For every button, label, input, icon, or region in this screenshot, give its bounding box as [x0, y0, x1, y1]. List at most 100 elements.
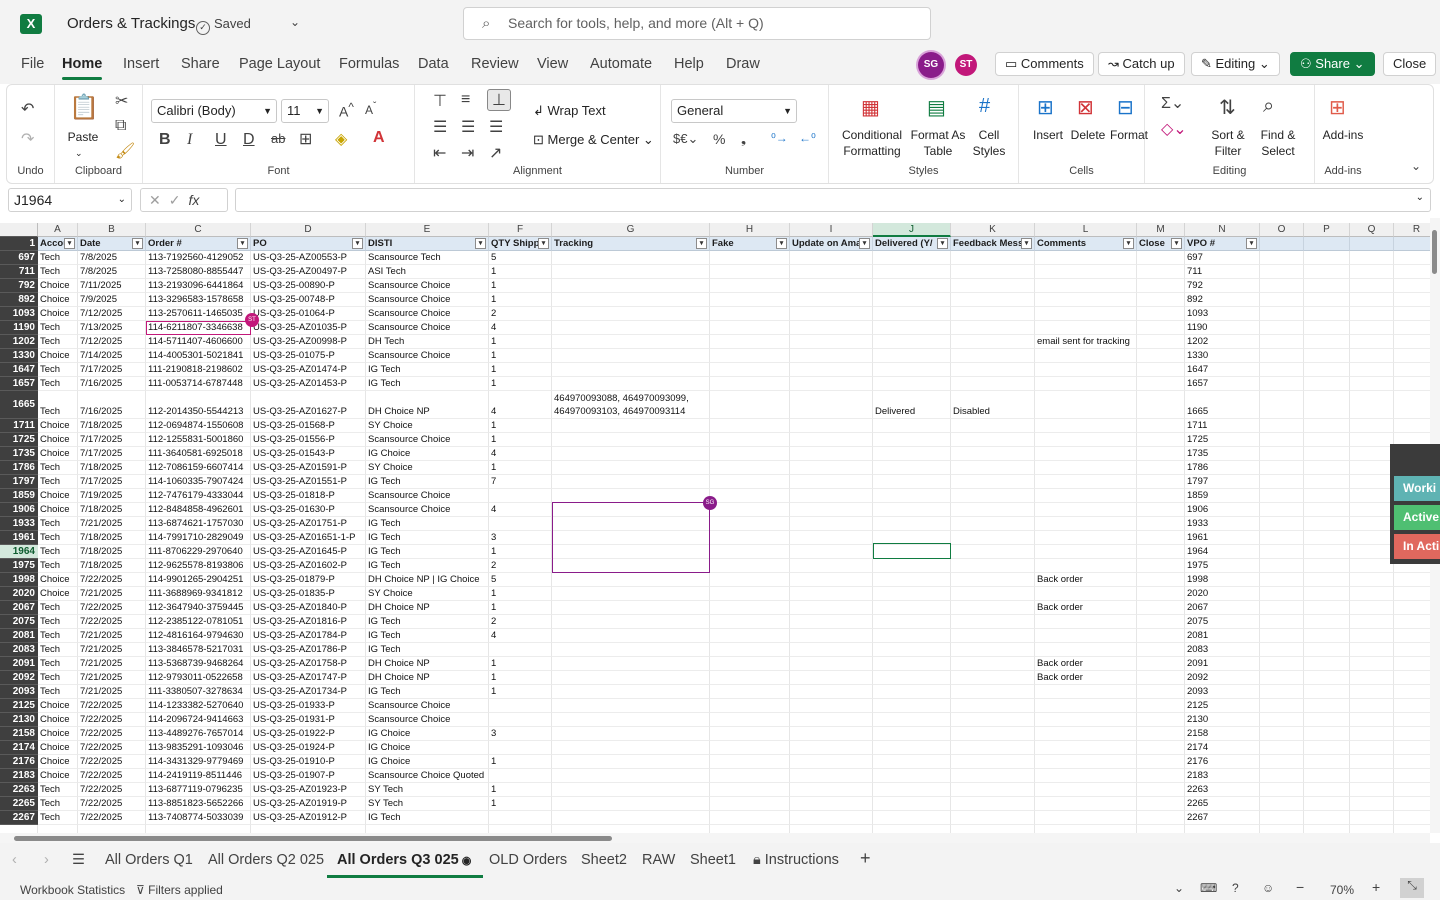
cell-p[interactable] [1304, 601, 1350, 615]
cell-c[interactable]: 114-9901265-2904251 [146, 573, 251, 587]
cell-m[interactable] [1137, 461, 1185, 475]
cell-n[interactable]: 2267 [1185, 811, 1260, 825]
cell-h[interactable] [710, 559, 790, 573]
cell-r[interactable] [1394, 797, 1430, 811]
cell-i[interactable] [790, 531, 873, 545]
cell-q[interactable] [1350, 489, 1394, 503]
cell-b[interactable]: 7/16/2025 [78, 377, 146, 391]
row-header[interactable]: 2267 [0, 811, 38, 825]
cell-n[interactable]: 1797 [1185, 475, 1260, 489]
cell-o[interactable] [1260, 699, 1304, 713]
cell-o[interactable] [1260, 685, 1304, 699]
cell-o[interactable] [1260, 741, 1304, 755]
cell-a[interactable]: Tech [38, 615, 78, 629]
cell-p[interactable] [1304, 335, 1350, 349]
cell-k[interactable] [951, 783, 1035, 797]
cell-i[interactable] [790, 433, 873, 447]
cell-o[interactable] [1260, 629, 1304, 643]
cell-f[interactable]: 4 [489, 405, 552, 419]
cell-b[interactable]: 7/22/2025 [78, 713, 146, 727]
cell-a[interactable]: Choice [38, 279, 78, 293]
cell-o[interactable] [1260, 657, 1304, 671]
cell-j[interactable] [873, 797, 951, 811]
insert-function-icon[interactable]: fx [188, 192, 199, 208]
increase-font-icon[interactable]: A^ [339, 101, 354, 120]
column-header-g[interactable]: G [552, 223, 710, 237]
cell-a[interactable]: Tech [38, 517, 78, 531]
cell-k[interactable] [951, 727, 1035, 741]
cell-c[interactable]: 113-2570611-1465035 [146, 307, 251, 321]
cell-h[interactable] [710, 811, 790, 825]
cell-b[interactable]: 7/8/2025 [78, 265, 146, 279]
cell-k[interactable] [951, 671, 1035, 685]
cell-n[interactable]: 1735 [1185, 447, 1260, 461]
cell-i[interactable] [790, 797, 873, 811]
cell-c[interactable]: 113-3296583-1578658 [146, 293, 251, 307]
cell-j[interactable] [873, 335, 951, 349]
cell-q[interactable] [1350, 615, 1394, 629]
expand-formula-chevron-icon[interactable]: ⌄ [1416, 192, 1424, 203]
cell-o[interactable] [1260, 321, 1304, 335]
cell-l[interactable] [1035, 797, 1137, 811]
cell-c[interactable]: 113-7408774-5033039 [146, 811, 251, 825]
cell-i[interactable] [790, 517, 873, 531]
vertical-scroll-thumb[interactable] [1432, 230, 1437, 274]
cell-n[interactable]: 792 [1185, 279, 1260, 293]
cell-r[interactable] [1394, 769, 1430, 783]
ribbon-collapse-chevron-icon[interactable]: ⌄ [1411, 159, 1421, 173]
format-as-table-button[interactable]: Format As Table [909, 127, 967, 159]
sheet-tab-sheet2[interactable]: Sheet2 [581, 852, 627, 868]
cell-q[interactable] [1350, 727, 1394, 741]
cell-g[interactable] [552, 363, 710, 377]
menu-share[interactable]: Share [181, 56, 220, 72]
cell-a[interactable]: Choice [38, 713, 78, 727]
cell-f[interactable]: 1 [489, 461, 552, 475]
cell-l[interactable] [1035, 265, 1137, 279]
cell-g[interactable] [552, 461, 710, 475]
excel-logo-icon[interactable]: X [20, 14, 42, 34]
status-chevron-down-icon[interactable]: ⌄ [1174, 881, 1184, 895]
cell-a[interactable]: Tech [38, 643, 78, 657]
header-cell-l[interactable]: Comments ▾ [1035, 237, 1137, 251]
cell-p[interactable] [1304, 265, 1350, 279]
cell-h[interactable] [710, 377, 790, 391]
cell-a[interactable]: Tech [38, 601, 78, 615]
format-cells-button[interactable]: Format [1109, 127, 1149, 143]
double-underline-icon[interactable]: D [243, 131, 255, 149]
cell-e[interactable]: Scansource Choice [366, 503, 489, 517]
cell-i[interactable] [790, 279, 873, 293]
cell-c[interactable]: 114-2096724-9414663 [146, 713, 251, 727]
cell-c[interactable]: 112-8484858-4962601 [146, 503, 251, 517]
cell-o[interactable] [1260, 377, 1304, 391]
cell-e[interactable]: IG Choice [366, 447, 489, 461]
cell-f[interactable]: 1 [489, 797, 552, 811]
cell-f[interactable]: 2 [489, 559, 552, 573]
cell-e[interactable]: IG Tech [366, 517, 489, 531]
cell-i[interactable] [790, 713, 873, 727]
cell-g[interactable] [552, 587, 710, 601]
cell-k[interactable] [951, 741, 1035, 755]
cell-g[interactable] [552, 601, 710, 615]
cell-b[interactable]: 7/8/2025 [78, 251, 146, 265]
menu-draw[interactable]: Draw [726, 56, 760, 72]
header-cell-c[interactable]: Order # ▾ [146, 237, 251, 251]
cell-b[interactable]: 7/21/2025 [78, 629, 146, 643]
header-cell-r[interactable] [1394, 237, 1430, 251]
cell-g[interactable] [552, 265, 710, 279]
cell-e[interactable]: Scansource Choice [366, 489, 489, 503]
title-chevron-down-icon[interactable]: ⌄ [290, 15, 300, 29]
cell-j[interactable] [873, 461, 951, 475]
row-header[interactable]: 1190 [0, 321, 38, 335]
conditional-formatting-icon[interactable]: ▦ [861, 95, 880, 120]
cell-p[interactable] [1304, 377, 1350, 391]
row-header[interactable]: 1859 [0, 489, 38, 503]
sheet-tab-q2[interactable]: All Orders Q2 025 [208, 852, 324, 868]
menu-formulas[interactable]: Formulas [339, 56, 399, 72]
cell-p[interactable] [1304, 503, 1350, 517]
cell-f[interactable]: 5 [489, 251, 552, 265]
cell-e[interactable]: DH Choice NP | IG Choice [366, 573, 489, 587]
find-select-icon[interactable]: ⌕ [1263, 95, 1274, 118]
cell-a[interactable]: Tech [38, 797, 78, 811]
cell-r[interactable] [1394, 419, 1430, 433]
cell-k[interactable] [951, 713, 1035, 727]
